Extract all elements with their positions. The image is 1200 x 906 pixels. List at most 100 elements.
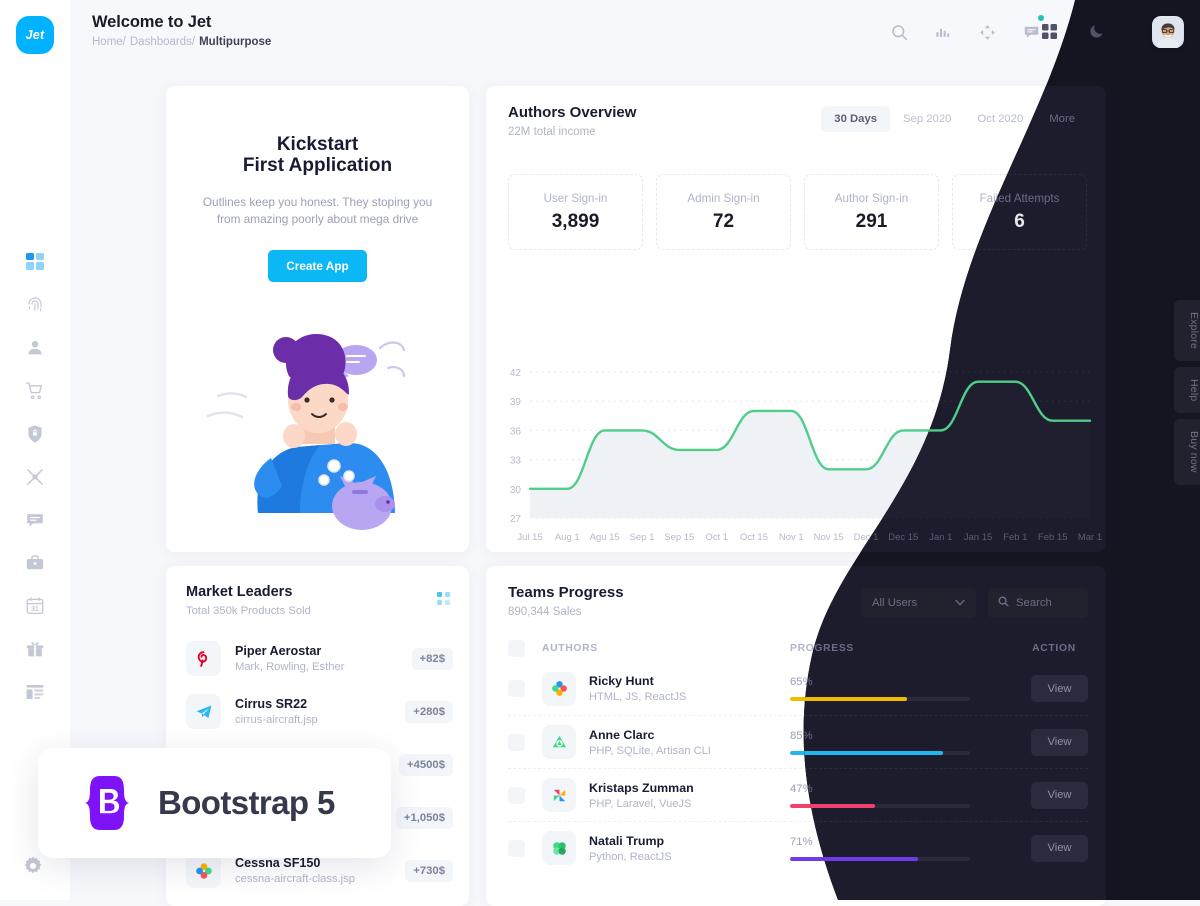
kickstart-title: Kickstart First Application: [242, 134, 393, 177]
row-progress: 85%: [790, 730, 1020, 755]
dark-topbar-icons: [1038, 20, 1108, 42]
search-placeholder: Search: [1016, 597, 1052, 609]
list-item-desc: cessna-aircraft-class.jsp: [235, 873, 355, 885]
sidebar-item-dashboard[interactable]: [23, 250, 47, 274]
kickstart-illustration: [206, 334, 406, 530]
svg-text:Agu 15: Agu 15: [590, 532, 620, 543]
stat-value: 3,899: [551, 210, 600, 232]
svg-text:33: 33: [510, 456, 522, 467]
authors-overview-subtitle: 22M total income: [508, 126, 596, 138]
svg-text:39: 39: [510, 397, 522, 408]
sidebar-item-cart[interactable]: [23, 379, 47, 403]
svg-text:Nov 15: Nov 15: [814, 532, 844, 543]
row-progress: 65%: [790, 676, 1020, 701]
row-stack: Python, ReactJS: [589, 850, 672, 863]
row-checkbox[interactable]: [508, 680, 525, 697]
row-name: Ricky Hunt: [589, 674, 654, 688]
sidebar-item-calendar[interactable]: 31: [23, 594, 47, 618]
sidebar-item-fingerprint[interactable]: [23, 293, 47, 317]
tab-30-days[interactable]: 30 Days: [821, 106, 891, 132]
breadcrumb-item-dashboards[interactable]: Dashboards/: [130, 36, 195, 48]
sidebar-item-security[interactable]: [23, 422, 47, 446]
clover-icon: [542, 831, 576, 865]
svg-text:Jan 1: Jan 1: [929, 532, 952, 543]
row-stack: PHP, SQLite, Artisan CLI: [589, 744, 711, 757]
bar-chart-icon[interactable]: [932, 21, 954, 43]
row-checkbox[interactable]: [508, 786, 525, 804]
user-filter-select[interactable]: All Users: [861, 588, 976, 618]
search-icon[interactable]: [888, 21, 910, 43]
svg-text:Aug 1: Aug 1: [555, 532, 580, 543]
svg-text:31: 31: [31, 606, 39, 613]
create-app-button[interactable]: Create App: [268, 249, 367, 282]
svg-text:Feb 1: Feb 1: [1003, 532, 1027, 543]
sidebar-item-chat[interactable]: [23, 508, 47, 532]
list-item-badge: +1,050$: [395, 806, 453, 829]
svg-text:Mar 1: Mar 1: [1078, 532, 1102, 543]
tab-oct-2020[interactable]: Oct 2020: [964, 106, 1036, 132]
sidebar-item-user[interactable]: [23, 336, 47, 360]
user-filter-value: All Users: [872, 597, 918, 609]
rail-tab-help[interactable]: Help: [1174, 367, 1200, 414]
row-checkbox[interactable]: [508, 839, 525, 857]
row-percent: 47%: [790, 783, 1020, 795]
topbar: Welcome to Jet Home/ Dashboards/ Multipu…: [70, 0, 1200, 70]
column-authors: AUTHORS: [542, 643, 598, 654]
view-button[interactable]: View: [1031, 729, 1088, 756]
row-percent: 85%: [790, 730, 1020, 742]
pinwheel-icon: [542, 778, 576, 812]
column-progress: PROGRESS: [790, 643, 854, 654]
dots-grid-icon[interactable]: [437, 592, 451, 611]
bootstrap-badge[interactable]: Bootstrap 5: [38, 748, 391, 858]
row-progress: 71%: [790, 836, 1020, 861]
svg-text:30: 30: [510, 485, 522, 496]
tab-more[interactable]: More: [1036, 106, 1088, 132]
tab-sep-2020[interactable]: Sep 2020: [890, 106, 964, 132]
breadcrumb-item-home[interactable]: Home/: [92, 36, 126, 48]
settings-gear-icon[interactable]: [22, 855, 44, 882]
sidebar-item-drone[interactable]: [23, 465, 47, 489]
drive-icon: [542, 725, 576, 759]
view-button[interactable]: View: [1031, 782, 1088, 809]
sidebar-item-layout[interactable]: [23, 680, 47, 704]
view-button[interactable]: View: [1031, 835, 1088, 862]
svg-text:Oct 1: Oct 1: [705, 532, 728, 543]
bootstrap-logo-icon: [84, 776, 130, 830]
list-item-badge: +280$: [405, 700, 453, 723]
list-item-desc: Mark, Rowling, Esther: [235, 661, 345, 673]
list-item[interactable]: Cirrus SR22 cirrus-aircraft.jsp +280$: [186, 685, 453, 738]
sidebar-item-briefcase[interactable]: [23, 551, 47, 575]
row-stack: PHP, Laravel, VueJS: [589, 797, 692, 810]
row-name: Natali Trump: [589, 833, 665, 848]
moon-icon[interactable]: [1086, 20, 1108, 42]
rail-tab-explore[interactable]: Explore: [1174, 300, 1200, 362]
sidebar-nav: 31: [23, 250, 47, 704]
move-icon[interactable]: [976, 21, 998, 43]
avatar[interactable]: [1152, 16, 1184, 48]
view-button[interactable]: View: [1031, 675, 1088, 702]
svg-text:Feb 15: Feb 15: [1038, 532, 1068, 543]
pinterest-icon: [186, 641, 221, 676]
svg-text:36: 36: [510, 426, 522, 437]
list-item-badge: +4500$: [398, 753, 453, 776]
sidebar-item-gift[interactable]: [23, 637, 47, 661]
search-icon: [998, 596, 1009, 610]
row-checkbox[interactable]: [508, 733, 525, 751]
grid-icon[interactable]: [1038, 20, 1060, 42]
page-title: Welcome to Jet: [92, 13, 212, 31]
stat-user-signin: User Sign-in 3,899: [508, 174, 643, 250]
list-item-desc: cirrus-aircraft.jsp: [235, 714, 318, 726]
rail-tab-buy-now[interactable]: Buy now: [1174, 419, 1200, 486]
authors-overview-title: Authors Overview: [508, 104, 637, 121]
select-all-checkbox[interactable]: [508, 640, 525, 657]
progress-fill: [790, 751, 943, 755]
teams-progress-header: Teams Progress 890,344 Sales: [508, 584, 624, 618]
list-item[interactable]: Piper Aerostar Mark, Rowling, Esther +82…: [186, 632, 453, 685]
search-input[interactable]: Search: [988, 588, 1088, 618]
app-logo[interactable]: Jet: [16, 16, 54, 54]
market-leaders-subtitle: Total 350k Products Sold: [186, 605, 311, 617]
list-item-badge: +730$: [405, 859, 453, 882]
stat-label: Author Sign-in: [834, 191, 909, 205]
row-percent: 65%: [790, 676, 1020, 688]
row-progress: 47%: [790, 783, 1020, 808]
